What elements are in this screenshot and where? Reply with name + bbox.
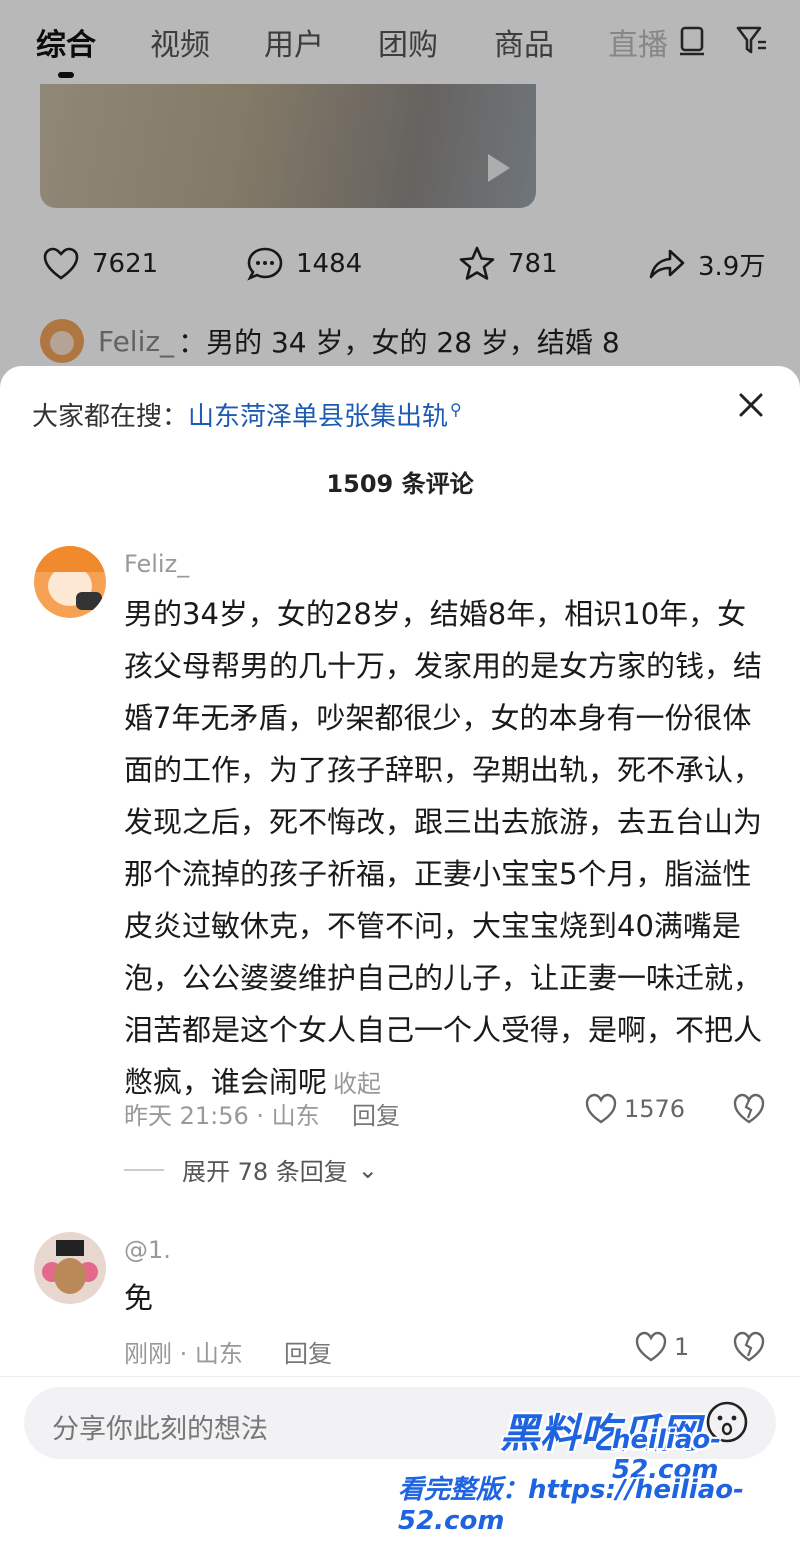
comment-username[interactable]: Feliz_ bbox=[124, 550, 189, 578]
comment-like-count: 1576 bbox=[624, 1095, 686, 1123]
comment-meta: 刚刚 · 山东 bbox=[124, 1340, 243, 1368]
comment-like-count: 1 bbox=[674, 1333, 690, 1361]
broken-heart-icon[interactable] bbox=[732, 1092, 766, 1126]
reply-button[interactable]: 回复 bbox=[284, 1334, 332, 1369]
comment-count-title: 1509 条评论 bbox=[326, 470, 474, 498]
avatar[interactable] bbox=[34, 546, 106, 618]
comment-sheet: 大家都在搜：山东菏泽单县张集出轨 ⚲ 1509 条评论 Feliz_ 男的34岁，… bbox=[0, 366, 800, 1543]
heart-icon bbox=[635, 1331, 667, 1362]
comment-input-bar: 分享你此刻的想法 黑料吃瓜网 heiliao-52.com 看完整版：https… bbox=[0, 1376, 800, 1543]
chevron-down-icon: ⌄ bbox=[357, 1155, 378, 1184]
overlay-dim[interactable] bbox=[0, 0, 800, 400]
comment-body: 男的34岁，女的28岁，结婚8年，相识10年，女孩父母帮男的几十万，发家用的是女… bbox=[124, 597, 763, 1099]
comment-meta: 昨天 21:56 · 山东 bbox=[124, 1102, 320, 1130]
close-icon[interactable] bbox=[734, 388, 768, 422]
comment-input-placeholder: 分享你此刻的想法 bbox=[52, 1414, 268, 1445]
divider bbox=[124, 1168, 164, 1171]
collapse-link[interactable]: 收起 bbox=[333, 1070, 381, 1098]
comment-body: 免 bbox=[124, 1281, 154, 1315]
background-feed: 综合 视频 用户 团购 商品 直播 7621 1484 781 3.9万 Fel… bbox=[0, 0, 800, 400]
watermark-line: 看完整版：https://heiliao-52.com bbox=[398, 1475, 744, 1536]
trending-search[interactable]: 大家都在搜：山东菏泽单县张集出轨 ⚲ bbox=[32, 396, 462, 433]
broken-heart-icon[interactable] bbox=[732, 1330, 766, 1364]
trending-keyword[interactable]: 山东菏泽单县张集出轨 bbox=[188, 402, 448, 432]
comment-like-button[interactable]: 1 bbox=[634, 1330, 689, 1364]
trending-label: 大家都在搜： bbox=[32, 402, 189, 432]
expand-replies[interactable]: 展开 78 条回复 ⌄ bbox=[124, 1152, 378, 1187]
reply-button[interactable]: 回复 bbox=[352, 1096, 400, 1131]
comment-text: 男的34岁，女的28岁，结婚8年，相识10年，女孩父母帮男的几十万，发家用的是女… bbox=[124, 588, 774, 1110]
search-icon: ⚲ bbox=[450, 400, 462, 420]
expand-replies-label: 展开 78 条回复 bbox=[182, 1158, 348, 1186]
heart-icon bbox=[585, 1093, 617, 1124]
avatar[interactable] bbox=[34, 1232, 106, 1304]
comment-username[interactable]: @1. bbox=[124, 1236, 171, 1264]
comment-like-button[interactable]: 1576 bbox=[584, 1092, 685, 1126]
